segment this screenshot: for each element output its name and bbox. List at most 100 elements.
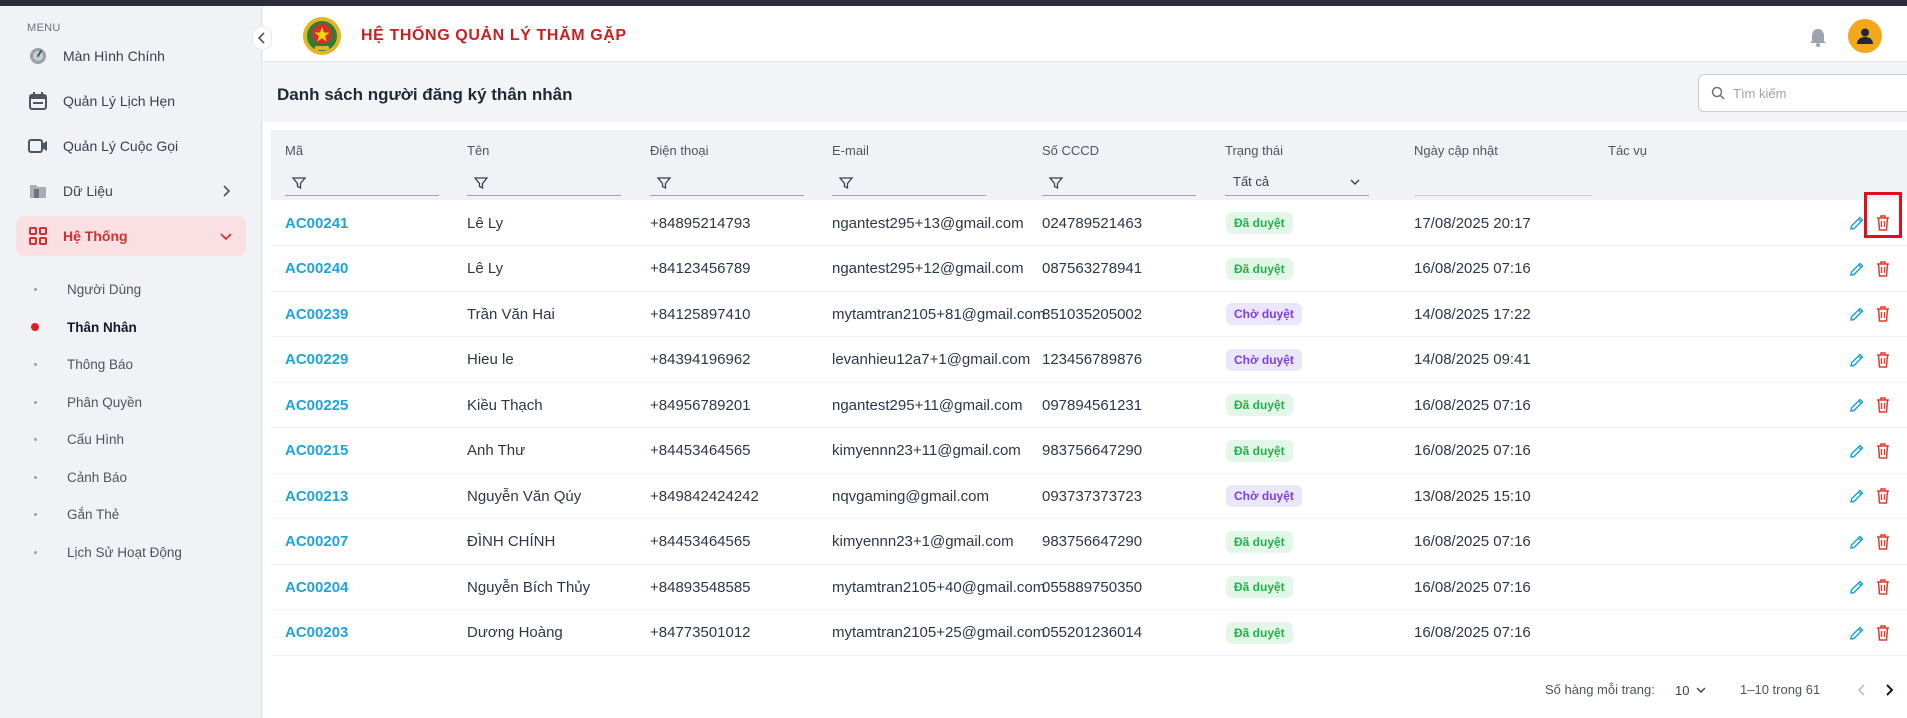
edit-icon[interactable]: [1847, 304, 1867, 324]
cell-name: Lê Ly: [467, 260, 504, 277]
sidebar-subitem-permissions[interactable]: Phân Quyền: [27, 387, 246, 417]
next-page-button[interactable]: [1877, 678, 1901, 702]
status-filter-select[interactable]: Tất cả: [1225, 168, 1369, 196]
cell-updated: 13/08/2025 15:10: [1414, 487, 1531, 505]
delete-trash-icon[interactable]: [1873, 304, 1893, 324]
cell-phone: +849842424242: [650, 487, 759, 505]
sidebar-subitem-alerts[interactable]: Cảnh Báo: [27, 462, 246, 492]
search-input[interactable]: [1733, 85, 1907, 101]
table-row[interactable]: AC00215 Anh Thư +84453464565 kimyennn23+11@…: [271, 428, 1907, 474]
sidebar-collapse-button[interactable]: [252, 26, 272, 50]
edit-icon[interactable]: [1847, 350, 1867, 370]
edit-icon[interactable]: [1847, 532, 1867, 552]
filter-icon: [838, 176, 854, 189]
table-row[interactable]: AC00239 Trần Văn Hai +84125897410 mytamtran…: [271, 291, 1907, 337]
cell-code[interactable]: AC00240: [285, 246, 348, 292]
sidebar-item-system[interactable]: Hệ Thống: [16, 216, 246, 256]
edit-icon[interactable]: [1847, 395, 1867, 415]
edit-icon[interactable]: [1847, 623, 1867, 643]
edit-icon[interactable]: [1847, 441, 1867, 461]
cell-code[interactable]: AC00241: [285, 200, 348, 246]
column-name: Tên: [467, 130, 647, 200]
sidebar-item-data[interactable]: Dữ Liệu: [16, 171, 246, 211]
notification-bell-icon[interactable]: [1807, 26, 1829, 48]
cell-code[interactable]: AC00203: [285, 610, 348, 656]
filter-cccd-button[interactable]: [1042, 170, 1196, 196]
cell-name: Lê Ly: [467, 214, 504, 232]
cell-phone: +84453464565: [650, 533, 751, 550]
table-row[interactable]: AC00241 Lê Ly +84895214793 ngantest295+13@g…: [271, 200, 1907, 246]
status-badge: Đã duyệt: [1226, 576, 1293, 598]
table-row[interactable]: AC00229 Hieu le +84394196962 levanhieu12a7+…: [271, 337, 1907, 383]
column-header-label: Số CCCD: [1042, 143, 1100, 158]
sidebar-subitem-notifications[interactable]: Thông Báo: [27, 349, 246, 379]
cell-code[interactable]: AC00225: [285, 382, 348, 428]
cell-email: ngantest295+11@gmail.com: [832, 396, 1023, 414]
user-avatar-button[interactable]: [1848, 19, 1882, 53]
rows-per-page-value: 10: [1675, 682, 1690, 698]
sidebar-item-calls[interactable]: Quản Lý Cuộc Gọi: [16, 126, 246, 166]
delete-trash-icon[interactable]: [1873, 350, 1893, 370]
table-row[interactable]: AC00240 Lê Ly +84123456789 ngantest295+12@g…: [271, 246, 1907, 292]
sidebar-subitem-users[interactable]: Người Dùng: [27, 274, 246, 304]
delete-trash-icon[interactable]: [1873, 486, 1893, 506]
table-row[interactable]: AC00203 Dương Hoàng +84773501012 mytamtran2…: [271, 610, 1907, 656]
delete-trash-icon[interactable]: [1873, 623, 1893, 643]
sidebar-item-appointments[interactable]: Quản Lý Lịch Hẹn: [16, 81, 246, 121]
filter-name-button[interactable]: [467, 170, 621, 196]
cell-updated: 14/08/2025 09:41: [1414, 351, 1531, 368]
sidebar-subitem-relatives[interactable]: Thân Nhân: [27, 312, 246, 342]
status-badge: Chờ duyệt: [1226, 485, 1302, 507]
column-header-label: E-mail: [832, 143, 869, 158]
cell-code[interactable]: AC00215: [285, 428, 348, 474]
edit-icon[interactable]: [1847, 577, 1867, 597]
cell-updated: 16/08/2025 07:16: [1414, 442, 1531, 459]
previous-page-button[interactable]: [1850, 678, 1874, 702]
cell-cccd: 093737373723: [1042, 487, 1143, 505]
dashboard-gauge-icon: [27, 45, 49, 67]
table-row[interactable]: AC00207 ĐÌNH CHÍNH +84453464565 kimyennn23+…: [271, 519, 1907, 565]
status-badge: Đã duyệt: [1226, 212, 1293, 234]
cell-code[interactable]: AC00229: [285, 337, 348, 383]
cell-phone: +84453464565: [650, 442, 751, 459]
edit-icon[interactable]: [1847, 486, 1867, 506]
rows-per-page-select[interactable]: 10: [1675, 679, 1711, 701]
delete-trash-icon[interactable]: [1873, 577, 1893, 597]
edit-icon[interactable]: [1847, 259, 1867, 279]
filter-phone-button[interactable]: [650, 170, 804, 196]
cell-cccd: 123456789876: [1042, 351, 1143, 368]
delete-trash-icon[interactable]: [1873, 441, 1893, 461]
table-row[interactable]: AC00204 Nguyễn Bích Thủy +84893548585 mytam…: [271, 564, 1907, 610]
chevron-left-icon: [257, 32, 265, 44]
cell-code[interactable]: AC00239: [285, 291, 348, 337]
cell-status: Đã duyệt: [1226, 428, 1293, 474]
sidebar-subitem-activity-log[interactable]: Lịch Sử Hoạt Động: [27, 537, 246, 567]
cell-email: levanhieu12a7+1@gmail.com: [832, 351, 1031, 368]
sidebar-subitem-config[interactable]: Cấu Hình: [27, 424, 246, 454]
table-row[interactable]: AC00213 Nguyễn Văn Qúy +849842424242 nqvgam…: [271, 473, 1907, 519]
cell-code[interactable]: AC00207: [285, 519, 348, 565]
filter-icon: [656, 176, 672, 189]
filter-code-button[interactable]: [285, 170, 439, 196]
chevron-down-icon: [220, 233, 232, 241]
search-box[interactable]: [1698, 74, 1907, 112]
highlight-annotation-box: [1864, 192, 1902, 238]
cell-code[interactable]: AC00204: [285, 564, 348, 610]
delete-trash-icon[interactable]: [1873, 395, 1893, 415]
sidebar-subitem-tags[interactable]: Gắn Thẻ: [27, 499, 246, 529]
delete-trash-icon[interactable]: [1873, 532, 1893, 552]
cell-cccd: 097894561231: [1042, 396, 1143, 414]
sidebar-item-dashboard[interactable]: Màn Hình Chính: [16, 36, 246, 76]
cell-name: Nguyễn Văn Qúy: [467, 487, 582, 505]
filter-email-button[interactable]: [832, 170, 986, 196]
column-phone: Điện thoại: [650, 130, 830, 200]
cell-cccd: 983756647290: [1042, 442, 1143, 459]
cell-cccd: 055201236014: [1042, 624, 1143, 641]
sidebar-item-label: Hệ Thống: [63, 228, 128, 244]
page-title: Danh sách người đăng ký thân nhân: [277, 85, 573, 104]
table-row[interactable]: AC00225 Kiều Thạch +84956789201 ngantest295…: [271, 382, 1907, 428]
column-header-label: Điện thoại: [650, 143, 709, 158]
delete-trash-icon[interactable]: [1873, 259, 1893, 279]
pagination-range: 1–10 trong 61: [1740, 682, 1821, 697]
cell-code[interactable]: AC00213: [285, 473, 348, 519]
